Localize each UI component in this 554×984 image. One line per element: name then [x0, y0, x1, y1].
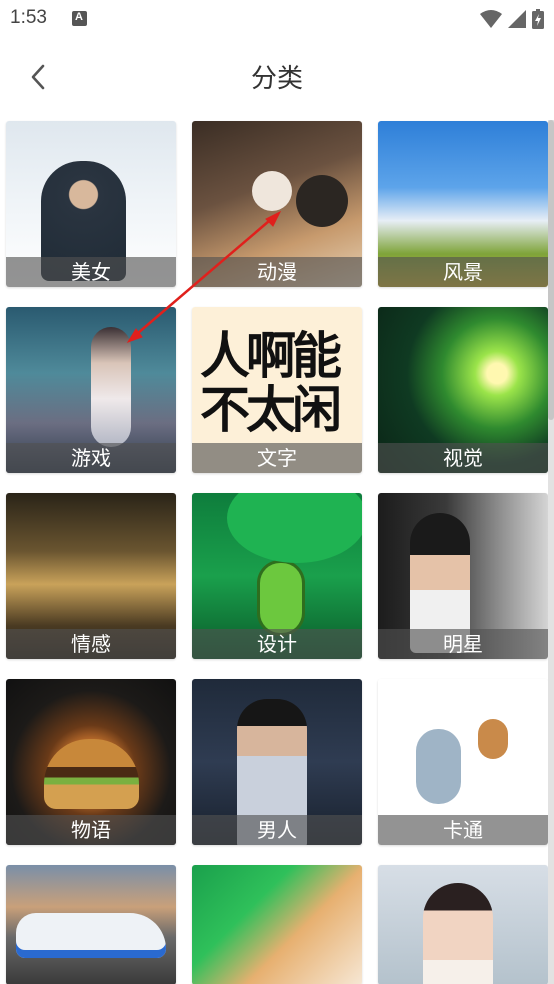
category-label: 物语	[6, 815, 176, 845]
category-card-visual[interactable]: 视觉	[378, 307, 548, 473]
category-label: 风景	[378, 257, 548, 287]
status-icons	[480, 8, 544, 30]
app-header: 分类	[0, 38, 554, 116]
category-card-star[interactable]: 明星	[378, 493, 548, 659]
app-notification-icon	[72, 11, 87, 26]
category-card-story[interactable]: 物语	[6, 679, 176, 845]
category-card-cartoon[interactable]: 卡通	[378, 679, 548, 845]
screen: 1:53 分类 美女	[0, 0, 554, 984]
category-label: 设计	[192, 629, 362, 659]
category-label: 动漫	[192, 257, 362, 287]
category-card-cat[interactable]	[192, 865, 362, 984]
category-card-scenery[interactable]: 风景	[378, 121, 548, 287]
category-card-emotion[interactable]: 情感	[6, 493, 176, 659]
scrollbar-thumb[interactable]	[548, 120, 554, 420]
category-thumbnail	[192, 865, 362, 984]
category-label: 男人	[192, 815, 362, 845]
category-label: 明星	[378, 629, 548, 659]
category-label: 文字	[192, 443, 362, 473]
category-label: 卡通	[378, 815, 548, 845]
category-label: 情感	[6, 629, 176, 659]
category-card-girl[interactable]	[378, 865, 548, 984]
category-card-game[interactable]: 游戏	[6, 307, 176, 473]
page-title: 分类	[250, 64, 303, 94]
status-time: 1:53	[10, 7, 47, 28]
battery-charging-icon	[532, 9, 544, 29]
category-card-car[interactable]	[6, 865, 176, 984]
status-bar: 1:53	[0, 0, 554, 38]
category-label: 美女	[6, 257, 176, 287]
category-card-beauty[interactable]: 美女	[6, 121, 176, 287]
category-thumbnail	[378, 865, 548, 984]
category-thumbnail	[6, 865, 176, 984]
cell-signal-icon	[508, 10, 526, 28]
category-card-text[interactable]: 人啊能不太闲 文字	[192, 307, 362, 473]
category-card-design[interactable]: 设计	[192, 493, 362, 659]
wifi-icon	[480, 10, 502, 28]
category-card-anime[interactable]: 动漫	[192, 121, 362, 287]
calligraphy-art: 人啊能不太闲	[200, 326, 342, 439]
category-label: 游戏	[6, 443, 176, 473]
category-label: 视觉	[378, 443, 548, 473]
category-card-man[interactable]: 男人	[192, 679, 362, 845]
